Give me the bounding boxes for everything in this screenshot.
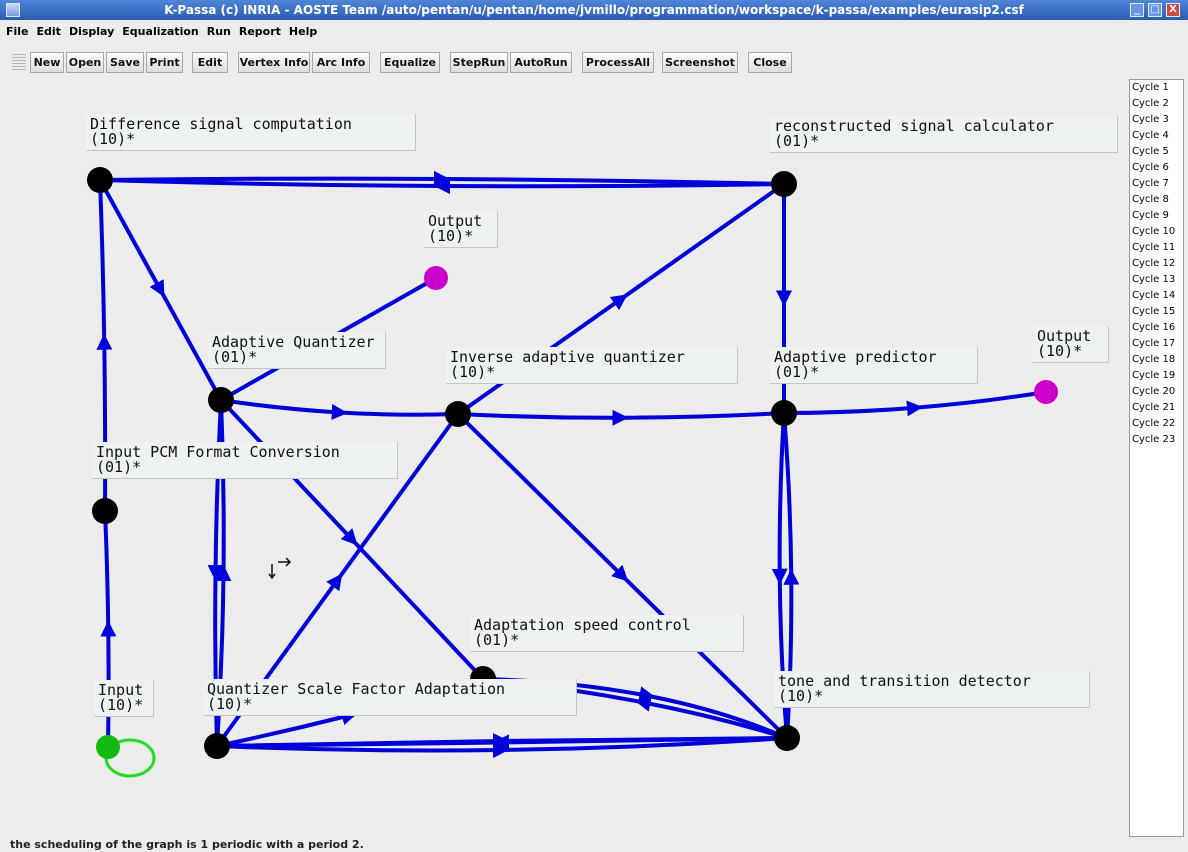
arc-iaq-ap[interactable] — [456, 409, 786, 426]
open-button[interactable]: Open — [66, 52, 104, 73]
menu-bar: File Edit Display Equalization Run Report Help — [0, 20, 1188, 44]
cycle-item[interactable]: Cycle 23 — [1132, 432, 1183, 448]
cycle-item[interactable]: Cycle 16 — [1132, 320, 1183, 336]
node-aq[interactable] — [208, 387, 234, 413]
arc-ap-out2[interactable] — [782, 390, 1048, 417]
print-button[interactable]: Print — [146, 52, 183, 73]
steprun-button[interactable]: StepRun — [450, 52, 508, 73]
arc-aq-iaq[interactable] — [219, 398, 460, 421]
close-button[interactable]: Close — [748, 52, 792, 73]
node-label-qsfa: Quantizer Scale Factor Adaptation (10)* — [203, 679, 577, 716]
menu-run[interactable]: Run — [203, 20, 235, 44]
node-out2[interactable] — [1034, 380, 1058, 404]
node-recon[interactable] — [771, 171, 797, 197]
cycle-item[interactable]: Cycle 13 — [1132, 272, 1183, 288]
node-label-ttd: tone and transition detector (10)* — [774, 671, 1090, 708]
processall-button[interactable]: ProcessAll — [582, 52, 654, 73]
minimize-button[interactable]: _ — [1130, 3, 1144, 17]
arc-diff-aq[interactable] — [98, 178, 223, 402]
cycle-item[interactable]: Cycle 3 — [1132, 112, 1183, 128]
cycle-item[interactable]: Cycle 18 — [1132, 352, 1183, 368]
equalize-button[interactable]: Equalize — [380, 52, 440, 73]
toolbar-grip[interactable] — [12, 52, 26, 72]
node-label-pcm: Input PCM Format Conversion (01)* — [92, 442, 398, 479]
cycle-item[interactable]: Cycle 9 — [1132, 208, 1183, 224]
title-bar: K-Passa (c) INRIA - AOSTE Team /auto/pen… — [0, 0, 1188, 20]
cycle-item[interactable]: Cycle 22 — [1132, 416, 1183, 432]
cycle-item[interactable]: Cycle 19 — [1132, 368, 1183, 384]
autorun-button[interactable]: AutoRun — [510, 52, 572, 73]
node-diff[interactable] — [87, 167, 113, 193]
app-icon — [6, 3, 20, 17]
menu-report[interactable]: Report — [235, 20, 285, 44]
node-label-aq: Adaptive Quantizer (01)* — [208, 332, 386, 369]
node-pcm[interactable] — [92, 498, 118, 524]
node-label-input: Input (10)* — [94, 680, 154, 717]
cycle-list[interactable]: Cycle 1 Cycle 2 Cycle 3 Cycle 4 Cycle 5 Cycle… — [1129, 79, 1184, 837]
vertex-info-button[interactable]: Vertex Info — [238, 52, 310, 73]
arc-info-button[interactable]: Arc Info — [312, 52, 370, 73]
menu-help[interactable]: Help — [285, 20, 321, 44]
cycle-item[interactable]: Cycle 2 — [1132, 96, 1183, 112]
menu-display[interactable]: Display — [65, 20, 118, 44]
node-input[interactable] — [96, 735, 120, 759]
status-message: the scheduling of the graph is 1 periodi… — [10, 838, 364, 851]
close-window-button[interactable]: X — [1166, 3, 1180, 17]
menu-edit[interactable]: Edit — [33, 20, 65, 44]
toolbar: New Open Save Print Edit Vertex Info Arc… — [0, 44, 1188, 78]
cycle-item[interactable]: Cycle 11 — [1132, 240, 1183, 256]
node-label-recon: reconstructed signal calculator (01)* — [770, 116, 1118, 153]
screenshot-button[interactable]: Screenshot — [662, 52, 738, 73]
cycle-item[interactable]: Cycle 20 — [1132, 384, 1183, 400]
cycle-item[interactable]: Cycle 15 — [1132, 304, 1183, 320]
cursor-icon — [268, 557, 292, 580]
cycle-item[interactable]: Cycle 1 — [1132, 80, 1183, 96]
node-label-output-1: Output (10)* — [424, 211, 498, 248]
save-button[interactable]: Save — [106, 52, 144, 73]
cycle-item[interactable]: Cycle 5 — [1132, 144, 1183, 160]
menu-equalization[interactable]: Equalization — [118, 20, 202, 44]
window-title: K-Passa (c) INRIA - AOSTE Team /auto/pen… — [164, 3, 1024, 17]
cycle-item[interactable]: Cycle 21 — [1132, 400, 1183, 416]
cycle-item[interactable]: Cycle 10 — [1132, 224, 1183, 240]
cycle-item[interactable]: Cycle 4 — [1132, 128, 1183, 144]
new-button[interactable]: New — [30, 52, 64, 73]
node-ttd[interactable] — [774, 725, 800, 751]
node-label-diff: Difference signal computation (10)* — [86, 114, 416, 151]
cycle-item[interactable]: Cycle 6 — [1132, 160, 1183, 176]
node-label-asc: Adaptation speed control (01)* — [470, 615, 744, 652]
node-label-iaq: Inverse adaptive quantizer (10)* — [446, 347, 738, 384]
cycle-item[interactable]: Cycle 14 — [1132, 288, 1183, 304]
maximize-button[interactable]: □ — [1148, 3, 1162, 17]
cycle-item[interactable]: Cycle 17 — [1132, 336, 1183, 352]
node-label-ap: Adaptive predictor (01)* — [770, 347, 978, 384]
cycle-item[interactable]: Cycle 8 — [1132, 192, 1183, 208]
node-out1[interactable] — [424, 266, 448, 290]
cycle-item[interactable]: Cycle 7 — [1132, 176, 1183, 192]
menu-file[interactable]: File — [2, 20, 33, 44]
node-iaq[interactable] — [445, 401, 471, 427]
node-ap[interactable] — [771, 400, 797, 426]
graph-canvas[interactable]: Difference signal computation (10)* recon… — [0, 78, 1128, 838]
edit-button[interactable]: Edit — [192, 52, 228, 73]
node-qsfa[interactable] — [204, 733, 230, 759]
node-label-output-2: Output (10)* — [1033, 326, 1109, 363]
cycle-item[interactable]: Cycle 12 — [1132, 256, 1183, 272]
